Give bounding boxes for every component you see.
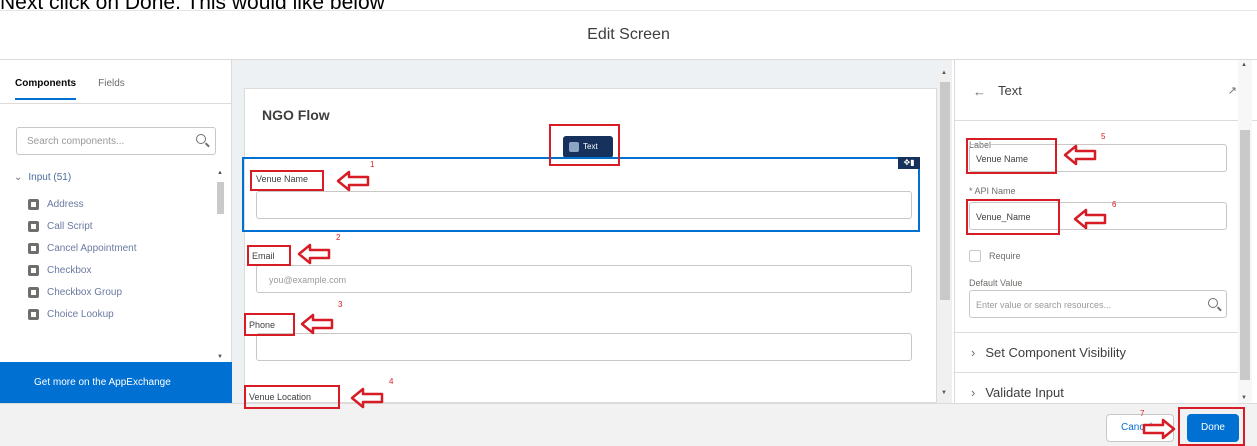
annotation-step-number: 3	[338, 300, 343, 309]
component-label: Cancel Appointment	[47, 242, 137, 254]
annotation-arrow-icon	[1142, 418, 1176, 440]
call-script-icon	[28, 220, 39, 232]
component-tools[interactable]: ✥▮	[898, 157, 920, 169]
component-list: Address Call Script Cancel Appointment C…	[28, 193, 137, 325]
search-placeholder: Search components...	[27, 136, 125, 147]
annotation-step-number: 7	[1140, 409, 1145, 418]
search-components-input[interactable]: Search components...	[16, 127, 216, 155]
component-checkbox-group[interactable]: Checkbox Group	[28, 281, 137, 303]
component-address[interactable]: Address	[28, 193, 137, 215]
default-value-placeholder: Enter value or search resources...	[976, 300, 1112, 310]
cancel-appointment-icon	[28, 242, 39, 254]
search-icon	[196, 134, 206, 144]
chevron-right-icon: ›	[971, 385, 976, 400]
search-icon	[1208, 298, 1218, 308]
scroll-down-icon[interactable]: ▼	[1241, 395, 1247, 401]
annotation-step-number: 5	[1101, 132, 1106, 141]
api-name-label: * API Name	[969, 186, 1016, 196]
annotation-arrow-icon	[336, 170, 370, 192]
annotation-box-api-name	[966, 199, 1060, 235]
component-label: Address	[47, 198, 84, 210]
scroll-up-icon[interactable]: ▲	[217, 170, 223, 176]
annotation-step-number: 2	[336, 233, 341, 242]
section-label: Validate Input	[985, 385, 1064, 400]
annotation-arrow-icon	[1063, 144, 1097, 166]
component-cancel-appointment[interactable]: Cancel Appointment	[28, 237, 137, 259]
flow-title: NGO Flow	[262, 107, 330, 123]
default-value-label: Default Value	[969, 278, 1023, 288]
require-checkbox[interactable]	[969, 250, 981, 262]
default-value-input[interactable]: Enter value or search resources...	[969, 290, 1227, 318]
component-list-scrollbar[interactable]: ▲ ▼	[216, 170, 225, 360]
section-label: Set Component Visibility	[985, 345, 1127, 360]
modal-title: Edit Screen	[587, 26, 670, 43]
require-label: Require	[989, 251, 1021, 261]
scroll-thumb[interactable]	[1240, 130, 1250, 380]
appexchange-link[interactable]: Get more on the AppExchange	[0, 362, 232, 403]
scroll-thumb[interactable]	[217, 182, 224, 214]
annotation-arrow-icon	[300, 313, 334, 335]
annotation-arrow-icon	[1073, 208, 1107, 230]
email-input[interactable]: you@example.com	[256, 265, 912, 293]
annotation-box-phone	[244, 313, 295, 336]
annotation-box-done-button	[1178, 407, 1245, 446]
annotation-box-text-chip	[549, 124, 620, 166]
component-label: Checkbox Group	[47, 286, 123, 298]
annotation-step-number: 6	[1112, 200, 1117, 209]
chevron-right-icon: ›	[971, 345, 976, 360]
email-placeholder: you@example.com	[269, 275, 347, 285]
component-label: Choice Lookup	[47, 308, 114, 320]
scroll-up-icon[interactable]: ▲	[1241, 62, 1247, 68]
component-checkbox[interactable]: Checkbox	[28, 259, 137, 281]
arrow-left-icon[interactable]: ←	[973, 84, 986, 99]
input-group-label: Input (51)	[28, 172, 72, 183]
annotation-arrow-icon	[350, 387, 384, 409]
annotation-box-venue-name	[250, 170, 324, 191]
caption-divider	[0, 10, 1257, 11]
component-call-script[interactable]: Call Script	[28, 215, 137, 237]
component-label: Call Script	[47, 220, 93, 232]
input-group-toggle[interactable]: ⌄ Input (51)	[14, 172, 71, 183]
venue-name-input[interactable]	[256, 191, 912, 219]
component-label: Checkbox	[47, 264, 92, 276]
annotation-step-number: 4	[389, 377, 394, 386]
components-panel: Components Fields Search components... ⌄…	[0, 60, 232, 403]
scroll-down-icon[interactable]: ▼	[217, 354, 223, 360]
scroll-thumb[interactable]	[940, 82, 950, 300]
scroll-down-icon[interactable]: ▼	[941, 390, 947, 396]
checkbox-icon	[28, 264, 39, 276]
scroll-up-icon[interactable]: ▲	[941, 70, 947, 76]
annotation-step-number: 1	[370, 160, 375, 169]
properties-title: Text	[998, 83, 1022, 98]
annotation-arrow-icon	[297, 243, 331, 265]
choice-lookup-icon	[28, 308, 39, 320]
phone-input[interactable]	[256, 333, 912, 361]
panel-tabs: Components Fields	[15, 78, 125, 100]
canvas-scrollbar[interactable]: ▲ ▼	[938, 68, 952, 398]
properties-divider	[955, 120, 1257, 121]
chevron-down-icon: ⌄	[14, 172, 23, 183]
annotation-box-venue-location	[244, 385, 340, 409]
annotation-box-label-field	[966, 138, 1057, 174]
properties-scrollbar[interactable]: ▲ ▼	[1238, 60, 1252, 403]
modal-footer: Cancel Done	[0, 403, 1257, 446]
section-component-visibility[interactable]: › Set Component Visibility	[955, 332, 1243, 372]
instruction-caption: Next click on Done. This would like belo…	[0, 0, 385, 14]
component-choice-lookup[interactable]: Choice Lookup	[28, 303, 137, 325]
tabs-divider	[0, 103, 231, 104]
expand-icon[interactable]: ↗	[1228, 84, 1237, 97]
checkbox-group-icon	[28, 286, 39, 298]
tab-components[interactable]: Components	[15, 78, 77, 100]
require-checkbox-row[interactable]: Require	[969, 250, 1021, 262]
annotation-box-email	[247, 245, 291, 266]
tab-fields[interactable]: Fields	[98, 78, 125, 100]
address-icon	[28, 198, 39, 210]
